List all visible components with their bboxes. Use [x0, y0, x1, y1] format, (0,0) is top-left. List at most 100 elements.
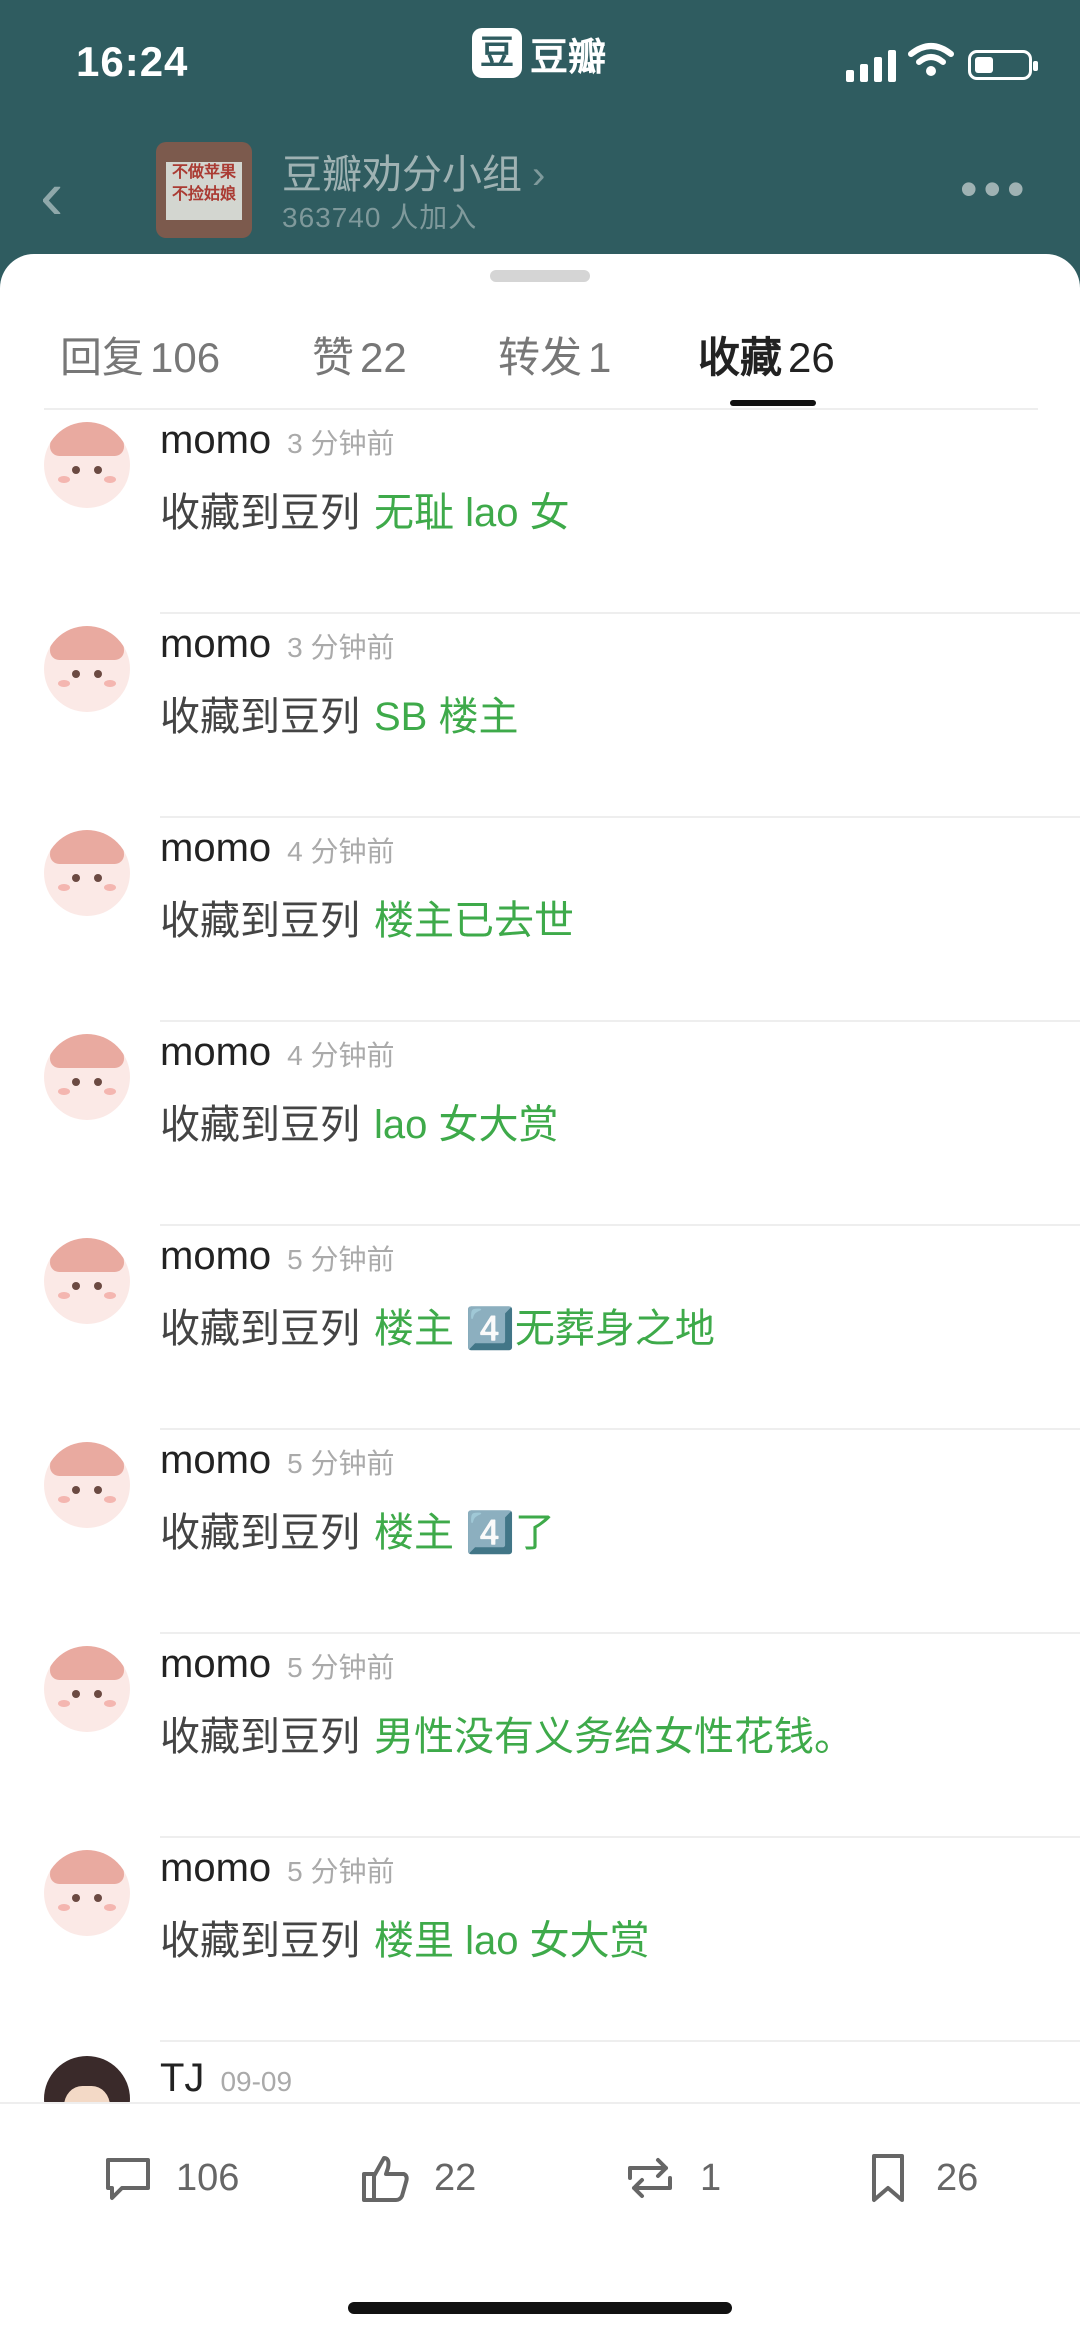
user-line: momo 3 分钟前 — [160, 622, 395, 667]
user-line: momo 5 分钟前 — [160, 1234, 395, 1279]
collect-prefix: 收藏到豆列 — [160, 1307, 360, 1351]
brand-name: 豆瓣 — [530, 36, 607, 79]
home-indicator[interactable] — [348, 2302, 732, 2314]
user-line: momo 5 分钟前 — [160, 1846, 395, 1891]
timestamp: 3 分钟前 — [287, 632, 395, 663]
collect-prefix: 收藏到豆列 — [160, 491, 360, 535]
username[interactable]: momo — [160, 1438, 271, 1482]
username[interactable]: momo — [160, 826, 271, 870]
username[interactable]: momo — [160, 1234, 271, 1278]
avatar[interactable] — [44, 1646, 130, 1732]
tab-count: 26 — [788, 334, 835, 381]
collection-text: 收藏到豆列 楼主 4️⃣了 — [160, 1500, 555, 1558]
collect-prefix: 收藏到豆列 — [160, 1919, 360, 1963]
tab-likes[interactable]: 赞 22 — [312, 324, 407, 385]
doulist-link[interactable]: 无耻 lao 女 — [374, 491, 570, 535]
collection-list: momo 3 分钟前 收藏到豆列 无耻 lao 女 momo 3 分钟前 收藏到豆列 S… — [0, 410, 1080, 2246]
list-item[interactable]: momo 5 分钟前 收藏到豆列 楼里 lao 女大赏 — [0, 1838, 1080, 2042]
group-name-link[interactable]: 豆瓣劝分小组 › — [282, 142, 545, 200]
timestamp: 5 分钟前 — [287, 1448, 395, 1479]
collection-text: 收藏到豆列 楼主已去世 — [160, 888, 574, 946]
avatar[interactable] — [44, 1034, 130, 1120]
collection-text: 收藏到豆列 lao 女大赏 — [160, 1092, 559, 1150]
username[interactable]: momo — [160, 418, 271, 462]
like-button[interactable]: 22 — [358, 2150, 476, 2206]
tab-label: 转发 — [498, 334, 583, 381]
reshare-icon — [628, 2158, 672, 2198]
back-chevron-icon[interactable]: ‹ — [40, 160, 63, 230]
thumbs-up-icon — [362, 2156, 409, 2202]
list-item[interactable]: momo 5 分钟前 收藏到豆列 楼主 4️⃣无葬身之地 — [0, 1226, 1080, 1430]
tab-replies[interactable]: 回复 106 — [60, 324, 220, 385]
collection-text: 收藏到豆列 楼里 lao 女大赏 — [160, 1908, 650, 1966]
doulist-link[interactable]: 男性没有义务给女性花钱。 — [374, 1715, 854, 1759]
doulist-link[interactable]: 楼主已去世 — [374, 899, 574, 943]
doulist-link[interactable]: 楼主 4️⃣无葬身之地 — [374, 1307, 715, 1351]
group-name: 豆瓣劝分小组 — [282, 153, 522, 197]
sheet-grabber[interactable] — [490, 270, 590, 282]
username[interactable]: momo — [160, 622, 271, 666]
chevron-right-icon: › — [532, 153, 546, 197]
list-item[interactable]: momo 5 分钟前 收藏到豆列 男性没有义务给女性花钱。 — [0, 1634, 1080, 1838]
doulist-link[interactable]: lao 女大赏 — [374, 1103, 559, 1147]
tab-count: 22 — [360, 334, 407, 381]
avatar[interactable] — [44, 1238, 130, 1324]
list-item[interactable]: momo 5 分钟前 收藏到豆列 楼主 4️⃣了 — [0, 1430, 1080, 1634]
timestamp: 09-09 — [220, 2066, 293, 2097]
collect-prefix: 收藏到豆列 — [160, 695, 360, 739]
clock: 16:24 — [76, 38, 189, 85]
collect-prefix: 收藏到豆列 — [160, 1103, 360, 1147]
timestamp: 4 分钟前 — [287, 1040, 395, 1071]
doulist-link[interactable]: 楼主 4️⃣了 — [374, 1511, 555, 1555]
group-header: ‹ 不做苹果 不捡姑娘 豆瓣劝分小组 › 363740 人加入 ••• — [0, 130, 1080, 260]
avatar[interactable] — [44, 830, 130, 916]
timestamp: 5 分钟前 — [287, 1652, 395, 1683]
more-options-icon[interactable]: ••• — [960, 160, 1031, 218]
avatar[interactable] — [44, 422, 130, 508]
tab-label: 回复 — [60, 334, 145, 381]
douban-logo-icon: 豆 — [472, 28, 522, 78]
list-item[interactable]: momo 4 分钟前 收藏到豆列 lao 女大赏 — [0, 1022, 1080, 1226]
group-member-count: 363740 人加入 — [282, 202, 478, 233]
collect-count: 26 — [936, 2156, 979, 2199]
username[interactable]: momo — [160, 1846, 271, 1890]
bookmark-icon — [872, 2154, 904, 2202]
avatar[interactable] — [44, 1850, 130, 1936]
username[interactable]: TJ — [160, 2056, 204, 2100]
comment-count: 106 — [176, 2156, 240, 2199]
tab-count: 106 — [150, 334, 221, 381]
tab-collections[interactable]: 收藏 26 — [698, 324, 835, 385]
avatar[interactable] — [44, 626, 130, 712]
user-line: momo 4 分钟前 — [160, 826, 395, 871]
activity-tabs: 回复 106 赞 22 转发 1 收藏 26 — [0, 314, 1080, 414]
active-tab-indicator — [730, 400, 816, 406]
doulist-link[interactable]: SB 楼主 — [374, 695, 518, 739]
wifi-icon — [908, 43, 954, 76]
comment-bubble-icon — [106, 2158, 150, 2200]
cellular-signal-icon — [846, 48, 896, 82]
collection-text: 收藏到豆列 男性没有义务给女性花钱。 — [160, 1704, 854, 1762]
comment-button[interactable]: 106 — [100, 2150, 239, 2206]
user-line: momo 3 分钟前 — [160, 418, 395, 463]
user-line: momo 5 分钟前 — [160, 1642, 395, 1687]
collect-button[interactable]: 26 — [860, 2150, 978, 2206]
group-avatar[interactable]: 不做苹果 不捡姑娘 — [156, 142, 252, 238]
reshare-count: 1 — [700, 2156, 722, 2199]
username[interactable]: momo — [160, 1030, 271, 1074]
status-bar: 16:24 豆 豆瓣 — [0, 0, 1080, 130]
list-item[interactable]: momo 3 分钟前 收藏到豆列 无耻 lao 女 — [0, 410, 1080, 614]
list-item[interactable]: momo 4 分钟前 收藏到豆列 楼主已去世 — [0, 818, 1080, 1022]
reshare-button[interactable]: 1 — [620, 2150, 721, 2206]
tab-reshares[interactable]: 转发 1 — [498, 324, 611, 385]
timestamp: 3 分钟前 — [287, 428, 395, 459]
timestamp: 5 分钟前 — [287, 1244, 395, 1275]
list-item[interactable]: momo 3 分钟前 收藏到豆列 SB 楼主 — [0, 614, 1080, 818]
doulist-link[interactable]: 楼里 lao 女大赏 — [374, 1919, 650, 1963]
group-avatar-sign: 不做苹果 不捡姑娘 — [166, 162, 242, 220]
username[interactable]: momo — [160, 1642, 271, 1686]
douban-brand: 豆 豆瓣 — [472, 28, 607, 79]
collection-text: 收藏到豆列 SB 楼主 — [160, 684, 518, 742]
tab-label: 赞 — [312, 334, 355, 381]
tab-label: 收藏 — [698, 334, 783, 381]
avatar[interactable] — [44, 1442, 130, 1528]
